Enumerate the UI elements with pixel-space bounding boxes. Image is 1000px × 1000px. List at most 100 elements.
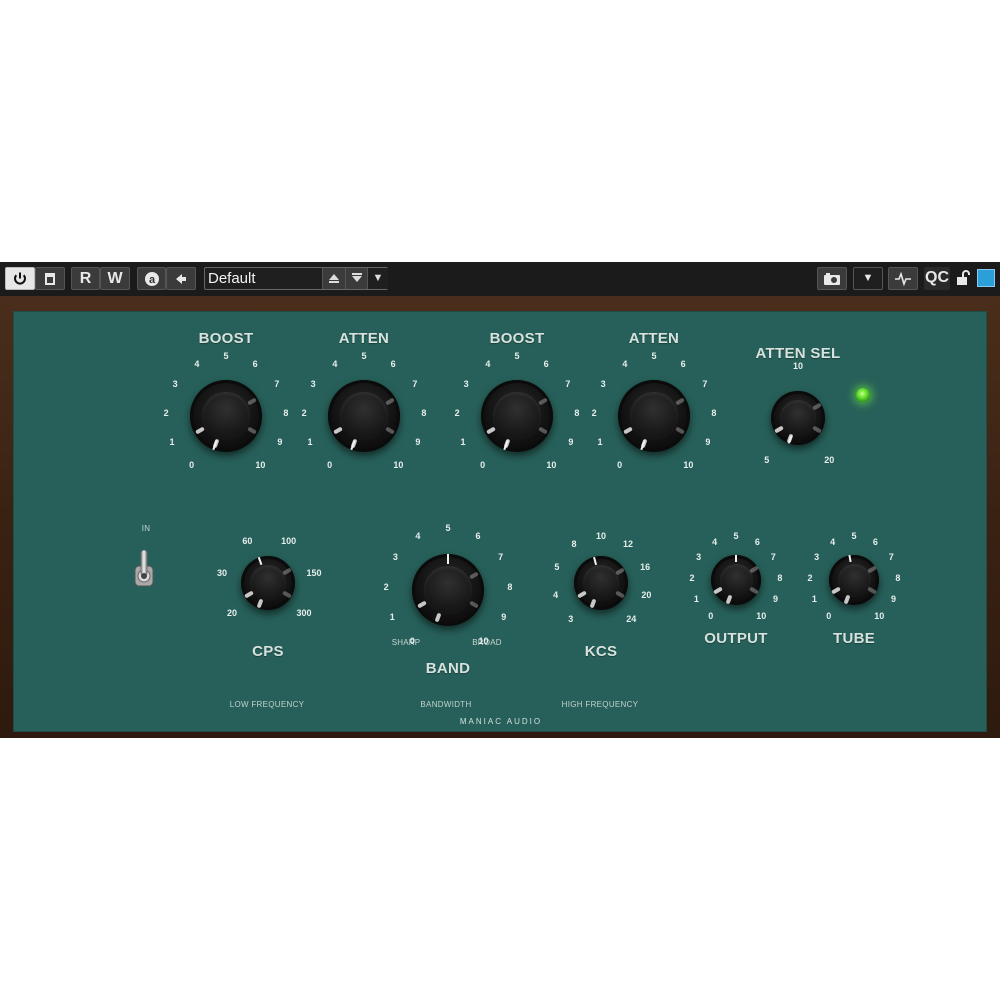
atten-low-knob-grip bbox=[384, 397, 395, 406]
boost-high-scale-8: 8 bbox=[574, 407, 580, 418]
band-knob-pointer bbox=[447, 554, 449, 565]
qc-button[interactable]: QC bbox=[924, 267, 950, 290]
atten-high-scale-7: 7 bbox=[702, 379, 708, 390]
kcs-knob[interactable] bbox=[574, 556, 628, 610]
band-scale-10: 10 bbox=[478, 635, 489, 646]
tube-scale-2: 2 bbox=[807, 572, 813, 583]
boost-low-knob[interactable] bbox=[190, 380, 262, 452]
boost-low-scale-2: 2 bbox=[163, 407, 169, 418]
atten-low-knob-cap bbox=[340, 392, 388, 440]
compare-button[interactable] bbox=[35, 267, 65, 290]
boost-low-scale-5: 5 bbox=[223, 351, 229, 361]
preset-name: Default bbox=[208, 270, 256, 287]
atten-sel-scale-20: 20 bbox=[824, 454, 835, 465]
atten-high-scale-5: 5 bbox=[651, 351, 657, 361]
cps-scale-100: 100 bbox=[281, 535, 297, 546]
tube-knob-grip bbox=[843, 594, 851, 605]
boost-low-scale-8: 8 bbox=[283, 407, 289, 418]
output-knob-grip bbox=[713, 586, 724, 595]
in-label: IN bbox=[141, 524, 151, 533]
boost-high-knob-cap bbox=[493, 392, 541, 440]
cps-scale-20: 20 bbox=[226, 608, 237, 619]
atten-high-scale-10: 10 bbox=[683, 460, 694, 471]
atten-sel-knob[interactable] bbox=[771, 391, 825, 445]
band-knob[interactable] bbox=[412, 554, 484, 626]
kcs-scale-24: 24 bbox=[626, 614, 637, 624]
read-automation-button[interactable]: R bbox=[71, 267, 100, 290]
boost-high-knob[interactable] bbox=[481, 380, 553, 452]
automation-button[interactable]: a bbox=[137, 267, 166, 290]
host-toolbar: R W a Default ▼ ▼ QC bbox=[0, 262, 1000, 296]
output-knob[interactable] bbox=[711, 555, 761, 605]
arrow-left-icon bbox=[167, 271, 195, 287]
atten-high-knob-cap bbox=[630, 392, 678, 440]
kcs-scale-8: 8 bbox=[571, 539, 577, 550]
band-scale-5: 5 bbox=[445, 523, 451, 533]
boost-high-scale-1: 1 bbox=[460, 437, 466, 448]
cps-knob-cap bbox=[250, 565, 286, 601]
atten-low-knob-grip bbox=[384, 426, 395, 435]
kcs-label: KCS bbox=[584, 643, 618, 660]
atten-low-scale-4: 4 bbox=[332, 358, 338, 369]
tube-scale-7: 7 bbox=[888, 551, 894, 562]
boost-low-scale-6: 6 bbox=[252, 358, 258, 369]
power-button[interactable] bbox=[5, 267, 35, 290]
atten-low-knob[interactable] bbox=[328, 380, 400, 452]
boost-low-knob-grip bbox=[195, 426, 206, 435]
back-button[interactable] bbox=[166, 267, 196, 290]
atten-high-scale-9: 9 bbox=[705, 437, 711, 448]
atten-sel-knob-grip bbox=[773, 425, 784, 434]
tube-scale-3: 3 bbox=[814, 551, 820, 562]
output-scale-3: 3 bbox=[696, 551, 702, 562]
camera-icon bbox=[818, 271, 846, 287]
band-knob-grip bbox=[468, 600, 479, 609]
band-scale-7: 7 bbox=[498, 552, 504, 563]
atten-low-knob-grip bbox=[333, 426, 344, 435]
preset-selector[interactable]: Default ▼ bbox=[204, 267, 388, 290]
kcs-scale-3: 3 bbox=[568, 614, 574, 624]
band-sharp-label: SHARP bbox=[391, 638, 421, 647]
output-scale-1: 1 bbox=[693, 594, 699, 605]
atten-high-knob-grip bbox=[674, 426, 685, 435]
output-scale-9: 9 bbox=[773, 594, 779, 605]
boost-high-scale-5: 5 bbox=[514, 351, 520, 361]
band-scale-4: 4 bbox=[415, 530, 421, 541]
boost-low-scale-9: 9 bbox=[277, 437, 283, 448]
output-scale-5: 5 bbox=[733, 531, 739, 541]
boost-low-scale-10: 10 bbox=[255, 460, 266, 471]
color-swatch[interactable] bbox=[977, 269, 995, 287]
kcs-knob-grip bbox=[615, 590, 626, 599]
band-scale-1: 1 bbox=[389, 612, 395, 623]
cps-scale-150: 150 bbox=[306, 568, 322, 579]
atten-sel-scale-10: 10 bbox=[792, 361, 804, 371]
preset-menu-button[interactable]: ▼ bbox=[367, 268, 388, 289]
tube-knob[interactable] bbox=[829, 555, 879, 605]
output-knob-grip bbox=[725, 594, 733, 605]
snapshot-button[interactable] bbox=[817, 267, 847, 290]
power-icon bbox=[6, 271, 34, 287]
boost-low-scale-3: 3 bbox=[172, 379, 178, 390]
atten-low-scale-10: 10 bbox=[393, 460, 404, 471]
unlock-icon bbox=[954, 270, 972, 286]
tube-knob-grip bbox=[831, 586, 842, 595]
preset-previous-button[interactable] bbox=[322, 268, 345, 289]
atten-low-scale-9: 9 bbox=[415, 437, 421, 448]
waveform-button[interactable] bbox=[888, 267, 918, 290]
atten-sel-knob-grip bbox=[812, 402, 823, 411]
snapshot-dropdown[interactable]: ▼ bbox=[853, 267, 883, 290]
band-knob-grip bbox=[417, 600, 428, 609]
cps-scale-30: 30 bbox=[217, 568, 228, 579]
tube-knob-pointer bbox=[848, 555, 852, 563]
cps-knob-grip bbox=[282, 590, 293, 599]
output-knob-grip bbox=[748, 565, 759, 574]
write-automation-button[interactable]: W bbox=[100, 267, 130, 290]
kcs-knob-grip bbox=[576, 590, 587, 599]
cps-knob-pointer bbox=[257, 557, 263, 566]
preset-next-button[interactable] bbox=[345, 268, 368, 289]
cps-label: CPS bbox=[252, 643, 284, 660]
lock-button[interactable] bbox=[954, 267, 972, 290]
atten-high-knob[interactable] bbox=[618, 380, 690, 452]
cps-knob[interactable] bbox=[241, 556, 295, 610]
in-toggle-switch[interactable] bbox=[133, 548, 155, 588]
output-knob-grip bbox=[748, 586, 759, 595]
